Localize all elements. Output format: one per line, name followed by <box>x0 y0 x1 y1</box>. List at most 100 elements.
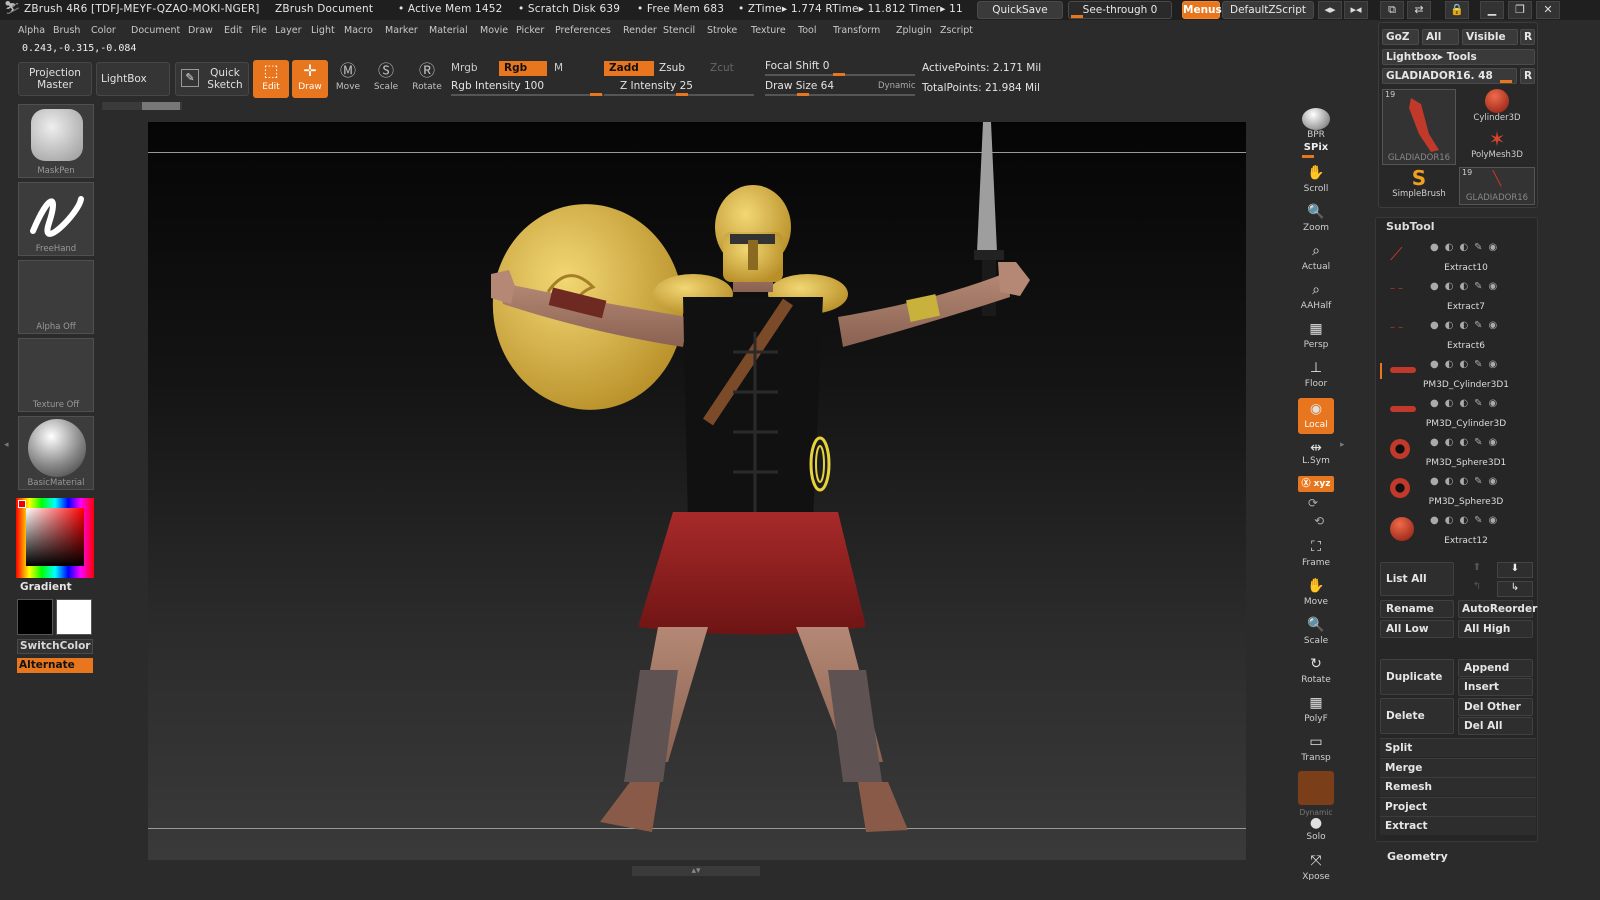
goz-all-button[interactable]: All <box>1422 29 1459 45</box>
quick-sketch-button[interactable]: ✎ Quick Sketch <box>175 62 249 96</box>
subtool-visibility-icons[interactable]: ●◐◐✎◉ <box>1430 281 1503 292</box>
move-view-button[interactable]: ✋ Move <box>1298 575 1334 611</box>
secondary-color-swatch[interactable] <box>17 599 53 635</box>
rgb-intensity-knob[interactable] <box>590 93 602 96</box>
menu-render[interactable]: Render <box>623 25 657 36</box>
menu-tool[interactable]: Tool <box>798 25 816 36</box>
subtool-item[interactable]: – – ●◐◐✎◉ Extract6 <box>1380 316 1532 354</box>
scroll-button[interactable]: ✋ Scroll <box>1298 162 1334 198</box>
scale-view-button[interactable]: 🔍 Scale <box>1298 614 1334 650</box>
edit-button[interactable]: ⬚ Edit <box>253 60 289 98</box>
menu-color[interactable]: Color <box>91 25 116 36</box>
subtool-visibility-icons[interactable]: ●◐◐✎◉ <box>1430 398 1503 409</box>
menu-light[interactable]: Light <box>311 25 335 36</box>
menu-picker[interactable]: Picker <box>516 25 544 36</box>
delete-button[interactable]: Delete <box>1380 698 1454 734</box>
goz-visible-button[interactable]: Visible <box>1462 29 1518 45</box>
rgb-toggle[interactable]: Rgb <box>499 61 547 76</box>
doc-scrollbar[interactable] <box>102 102 182 110</box>
menus-button[interactable]: Menus <box>1182 1 1222 19</box>
autoreorder-button[interactable]: AutoReorder <box>1458 600 1537 618</box>
switchcolor-button[interactable]: SwitchColor <box>17 639 93 654</box>
close-icon[interactable]: ✕ <box>1536 1 1560 19</box>
menu-edit[interactable]: Edit <box>224 25 242 36</box>
menu-file[interactable]: File <box>251 25 267 36</box>
primary-color-swatch[interactable] <box>56 599 92 635</box>
focal-shift-knob[interactable] <box>833 73 845 76</box>
subtool-item[interactable]: ●◐◐✎◉ PM3D_Sphere3D1 <box>1380 433 1532 471</box>
split-section[interactable]: Split <box>1380 738 1536 757</box>
move-button[interactable]: Ⓜ Move <box>330 60 366 98</box>
menu-texture[interactable]: Texture <box>751 25 786 36</box>
aahalf-button[interactable]: ⌕ AAHalf <box>1298 279 1334 315</box>
append-button[interactable]: Append <box>1458 659 1533 677</box>
xyz-button[interactable]: Ⓧ xyz <box>1298 476 1334 492</box>
see-through-slider[interactable]: See-through 0 <box>1068 1 1172 19</box>
subtool-visibility-icons[interactable]: ●◐◐✎◉ <box>1430 476 1503 487</box>
rotate-z-icon[interactable]: ⟲ <box>1314 514 1324 528</box>
goz-r-button[interactable]: R <box>1520 29 1535 45</box>
menu-draw[interactable]: Draw <box>188 25 213 36</box>
subtool-visibility-icons[interactable]: ●◐◐✎◉ <box>1430 359 1503 370</box>
alpha-slot[interactable]: Alpha Off <box>18 260 94 334</box>
draw-size-slider[interactable]: Draw Size 64 <box>765 80 834 92</box>
m-toggle[interactable]: M <box>554 62 563 74</box>
solo-button[interactable]: ● Solo <box>1298 814 1334 844</box>
projection-master-button[interactable]: Projection Master <box>18 62 92 96</box>
tool-thumb-simplebrush[interactable]: S SimpleBrush <box>1382 167 1456 205</box>
subtool-visibility-icons[interactable]: ●◐◐✎◉ <box>1430 320 1503 331</box>
layout-left-icon[interactable]: ◂▸ <box>1318 1 1342 19</box>
insert-button[interactable]: Insert <box>1458 678 1533 696</box>
menu-macro[interactable]: Macro <box>344 25 373 36</box>
all-low-button[interactable]: All Low <box>1380 620 1454 638</box>
tool-thumb-polymesh3d[interactable]: ✶ PolyMesh3D <box>1459 128 1535 166</box>
menu-zplugin[interactable]: Zplugin <box>896 25 932 36</box>
layout-right-icon[interactable]: ▸◂ <box>1344 1 1368 19</box>
del-all-button[interactable]: Del All <box>1458 717 1533 735</box>
local-button[interactable]: ◉ Local <box>1298 398 1334 434</box>
goz-button[interactable]: GoZ <box>1382 29 1419 45</box>
del-other-button[interactable]: Del Other <box>1458 698 1533 716</box>
gradient-label[interactable]: Gradient <box>20 581 72 593</box>
restore-layout-icon[interactable]: ⧉ <box>1380 1 1404 19</box>
lightbox-button[interactable]: LightBox <box>96 62 170 96</box>
subtool-visibility-icons[interactable]: ●◐◐✎◉ <box>1430 437 1503 448</box>
rgb-intensity-slider[interactable]: Rgb Intensity 100 <box>451 80 544 92</box>
rotate-view-button[interactable]: ↻ Rotate <box>1298 653 1334 689</box>
lock-icon[interactable]: 🔒 <box>1445 1 1469 19</box>
zcut-toggle[interactable]: Zcut <box>710 62 734 74</box>
subtool-item[interactable]: ●◐◐✎◉ PM3D_Sphere3D <box>1380 472 1532 510</box>
menu-marker[interactable]: Marker <box>385 25 418 36</box>
menu-stencil[interactable]: Stencil <box>663 25 695 36</box>
maximize-icon[interactable]: ❐ <box>1508 1 1532 19</box>
bpr-button[interactable]: BPR <box>1298 104 1334 140</box>
polyf-button[interactable]: ▦ PolyF <box>1298 692 1334 728</box>
subtool-item[interactable]: ⟋ ●◐◐✎◉ Extract10 <box>1380 238 1532 276</box>
actual-button[interactable]: ⌕ Actual <box>1298 240 1334 276</box>
draw-size-knob[interactable] <box>797 93 809 96</box>
tool-thumb-gladiador-main[interactable]: 19 GLADIADOR16 <box>1382 89 1456 165</box>
menu-layer[interactable]: Layer <box>275 25 302 36</box>
default-zscript-button[interactable]: DefaultZScript <box>1222 1 1314 19</box>
current-tool-r-button[interactable]: R <box>1520 68 1535 84</box>
alternate-button[interactable]: Alternate <box>17 658 93 673</box>
focal-shift-slider[interactable]: Focal Shift 0 <box>765 60 829 72</box>
tool-thumb-cylinder3d[interactable]: Cylinder3D <box>1459 89 1535 127</box>
stroke-slot-freehand[interactable]: FreeHand <box>18 182 94 256</box>
frame-button[interactable]: ⛶ Frame <box>1298 536 1334 572</box>
extract-section[interactable]: Extract <box>1380 816 1536 835</box>
subtool-visibility-icons[interactable]: ●◐◐✎◉ <box>1430 515 1503 526</box>
color-picker[interactable] <box>16 498 94 578</box>
menu-alpha[interactable]: Alpha <box>18 25 45 36</box>
menu-transform[interactable]: Transform <box>833 25 880 36</box>
ghost-button[interactable] <box>1298 771 1334 805</box>
color-marker[interactable] <box>18 500 26 508</box>
zadd-toggle[interactable]: Zadd <box>604 61 654 76</box>
menu-movie[interactable]: Movie <box>480 25 508 36</box>
floor-button[interactable]: ⊥ Floor <box>1298 357 1334 393</box>
rotate-y-icon[interactable]: ⟳ <box>1308 496 1318 510</box>
transp-button[interactable]: ▭ Transp <box>1298 731 1334 767</box>
subtool-item[interactable]: ●◐◐✎◉ PM3D_Cylinder3D <box>1380 394 1532 432</box>
menu-stroke[interactable]: Stroke <box>707 25 737 36</box>
left-tray-toggle-icon[interactable]: ◂ <box>4 440 10 460</box>
